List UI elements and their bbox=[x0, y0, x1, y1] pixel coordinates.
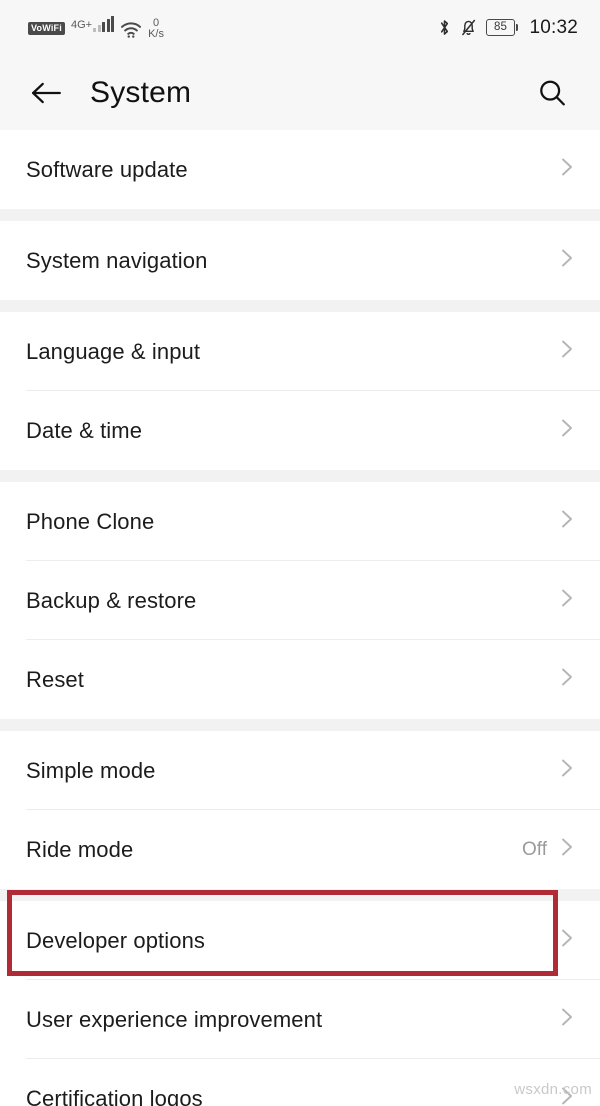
chevron-right-icon bbox=[556, 508, 578, 535]
settings-group: System navigation bbox=[0, 221, 600, 300]
group-separator bbox=[0, 719, 600, 731]
status-bar-right: 85 10:32 bbox=[438, 17, 578, 39]
chevron-right-icon bbox=[556, 247, 578, 274]
list-item[interactable]: Developer options bbox=[0, 901, 600, 980]
network-type-label: 4G+ bbox=[70, 18, 93, 31]
wifi-icon bbox=[120, 21, 142, 39]
group-separator bbox=[0, 889, 600, 901]
list-item[interactable]: Certification logos bbox=[0, 1059, 600, 1106]
list-item-value: Off bbox=[522, 838, 547, 860]
chevron-right-icon bbox=[556, 757, 578, 784]
list-item[interactable]: Backup & restore bbox=[0, 561, 600, 640]
battery-icon: 85 bbox=[485, 19, 519, 36]
clock-label: 10:32 bbox=[529, 16, 578, 38]
signal-bars-glyph bbox=[93, 15, 115, 32]
vowifi-badge: VoWiFi bbox=[28, 21, 65, 35]
status-bar-left: VoWiFi 4G+ 0 K/s bbox=[28, 13, 164, 43]
back-arrow-icon[interactable] bbox=[26, 72, 68, 114]
bell-muted-icon bbox=[460, 18, 477, 37]
list-item[interactable]: System navigation bbox=[0, 221, 600, 300]
chevron-right-icon bbox=[556, 666, 578, 693]
list-item[interactable]: User experience improvement bbox=[0, 980, 600, 1059]
chevron-right-icon bbox=[556, 1006, 578, 1033]
settings-list: Software update System navigation Language… bbox=[0, 130, 600, 1106]
group-separator bbox=[0, 470, 600, 482]
data-rate-unit: K/s bbox=[148, 28, 164, 41]
list-item-label: Date & time bbox=[26, 417, 143, 443]
chevron-right-icon bbox=[556, 417, 578, 444]
settings-group: Simple mode Ride mode Off bbox=[0, 731, 600, 889]
page-title: System bbox=[90, 75, 192, 109]
list-item-label: User experience improvement bbox=[26, 1006, 323, 1032]
chevron-right-icon bbox=[556, 338, 578, 365]
list-item-label: Backup & restore bbox=[26, 587, 197, 613]
group-separator bbox=[0, 300, 600, 312]
list-item-label: Certification logos bbox=[26, 1085, 203, 1106]
list-item[interactable]: Reset bbox=[0, 640, 600, 719]
settings-group: Software update bbox=[0, 130, 600, 209]
settings-group: Language & input Date & time bbox=[0, 312, 600, 470]
data-rate-indicator: 0 K/s bbox=[148, 17, 164, 41]
signal-bars-icon: 4G+ bbox=[70, 15, 115, 32]
list-item-label: Reset bbox=[26, 666, 84, 692]
list-item-label: Language & input bbox=[26, 338, 201, 364]
list-item-label: Ride mode bbox=[26, 836, 134, 862]
group-separator bbox=[0, 209, 600, 221]
list-item[interactable]: Simple mode bbox=[0, 731, 600, 810]
status-bar: VoWiFi 4G+ 0 K/s 85 10:32 bbox=[0, 0, 600, 55]
list-item-label: Simple mode bbox=[26, 757, 156, 783]
list-item[interactable]: Date & time bbox=[0, 391, 600, 470]
chevron-right-icon bbox=[556, 836, 578, 863]
watermark: wsxdn.com bbox=[514, 1081, 592, 1098]
list-item[interactable]: Ride mode Off bbox=[0, 810, 600, 889]
list-item-label: Software update bbox=[26, 156, 188, 182]
chevron-right-icon bbox=[556, 156, 578, 183]
list-item[interactable]: Language & input bbox=[0, 312, 600, 391]
settings-group: Phone Clone Backup & restore Reset bbox=[0, 482, 600, 719]
list-item-label: System navigation bbox=[26, 247, 208, 273]
search-icon[interactable] bbox=[530, 71, 574, 115]
list-item-label: Phone Clone bbox=[26, 508, 155, 534]
app-bar: System bbox=[0, 55, 600, 130]
phone-screen: VoWiFi 4G+ 0 K/s 85 10:32 System Softwar… bbox=[0, 0, 600, 1106]
list-item[interactable]: Phone Clone bbox=[0, 482, 600, 561]
battery-level-label: 85 bbox=[494, 20, 507, 33]
chevron-right-icon bbox=[556, 587, 578, 614]
list-item[interactable]: Software update bbox=[0, 130, 600, 209]
chevron-right-icon bbox=[556, 927, 578, 954]
list-item-label: Developer options bbox=[26, 927, 206, 953]
bluetooth-icon bbox=[438, 18, 451, 37]
settings-group: Developer options User experience improve… bbox=[0, 901, 600, 1106]
